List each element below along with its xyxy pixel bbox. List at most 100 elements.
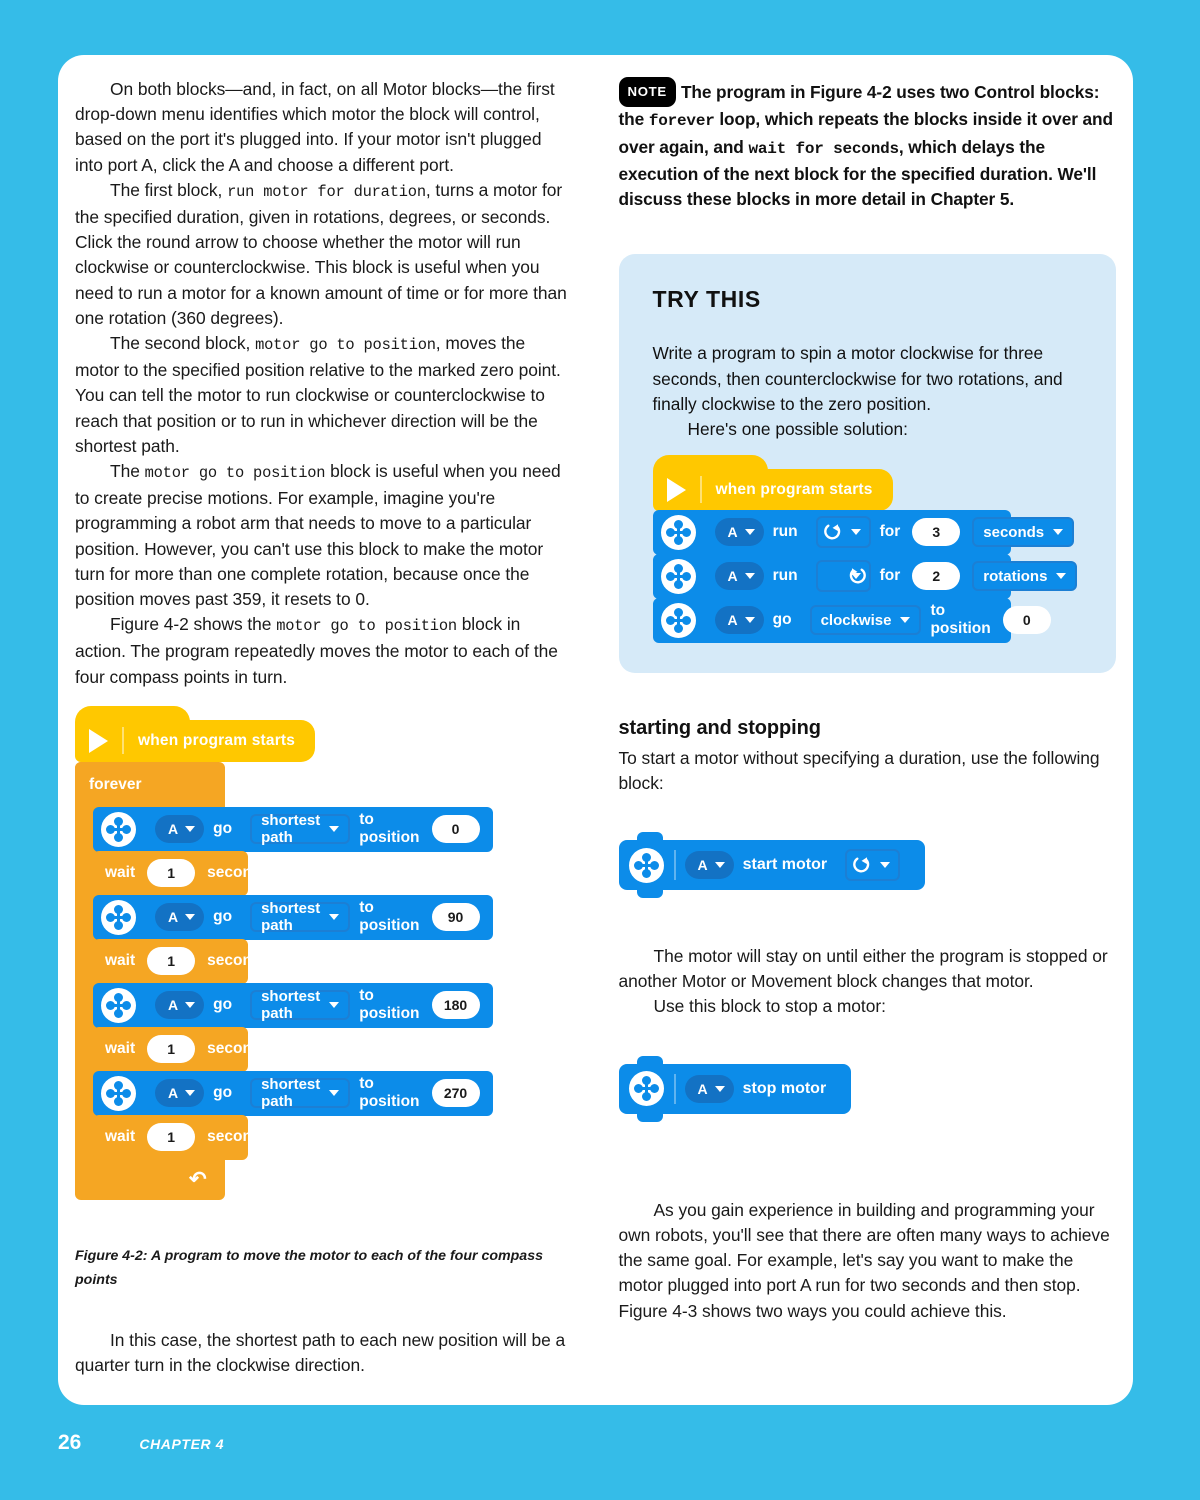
divider xyxy=(122,727,124,755)
port-dropdown[interactable]: A xyxy=(684,1074,734,1103)
text-span: Figure 4-2 shows the xyxy=(110,614,277,635)
port-value: A xyxy=(697,857,708,874)
position-input[interactable]: 0 xyxy=(431,815,480,844)
wait-seconds-block[interactable]: wait 1 seconds xyxy=(93,1114,270,1160)
start-motor-block[interactable]: A start motor xyxy=(618,832,926,899)
seconds-unit-label: seconds xyxy=(207,1040,271,1058)
verb-label: run xyxy=(772,567,798,585)
to-position-label: to position xyxy=(359,987,420,1023)
chevron-down-icon xyxy=(329,1002,340,1009)
direction-dropdown[interactable]: clockwise xyxy=(809,605,922,636)
duration-input[interactable]: 2 xyxy=(912,562,961,591)
motor-go-to-position-block[interactable]: Ago shortest path to position 0 xyxy=(93,806,493,860)
verb-label: go xyxy=(213,908,233,926)
to-position-label: to position xyxy=(359,811,420,847)
note-callout: NOTE The program in Figure 4-2 uses two C… xyxy=(618,77,1117,212)
hat-label: when program starts xyxy=(138,731,296,749)
dropdown-value: shortest path xyxy=(261,988,321,1023)
wait-seconds-block[interactable]: wait 1 seconds xyxy=(93,850,270,904)
verb-label: go xyxy=(213,820,233,838)
seconds-input[interactable]: 1 xyxy=(147,947,196,976)
seconds-input[interactable]: 1 xyxy=(147,1035,196,1064)
play-icon xyxy=(666,477,686,502)
paragraph-stay-on: The motor will stay on until either the … xyxy=(618,946,1108,992)
closing-paragraph: In this case, the shortest path to each … xyxy=(75,1329,566,1376)
figure-4-2-program: when program starts forever Ago shortest … xyxy=(75,705,573,1200)
paragraph-p2: The first block, run motor for duration,… xyxy=(75,178,573,331)
forever-loop-block[interactable]: forever Ago shortest path to position 0 wait… xyxy=(75,761,493,1200)
figure-caption: Figure 4-2: A program to move the motor … xyxy=(75,1247,543,1288)
divider xyxy=(673,1073,676,1104)
motor-go-to-position-block[interactable]: Ago shortest path to position 90 xyxy=(93,894,493,948)
position-input[interactable]: 180 xyxy=(431,991,480,1020)
try-this-paragraph: Write a program to spin a motor clockwis… xyxy=(652,343,1063,415)
dropdown-value: shortest path xyxy=(261,812,321,847)
paragraph-p3: The second block, motor go to position, … xyxy=(75,331,573,459)
wait-label: wait xyxy=(105,1040,136,1058)
code-span: run motor for duration xyxy=(227,182,426,201)
wait-label: wait xyxy=(105,864,136,882)
seconds-input[interactable]: 1 xyxy=(147,859,196,888)
motor-icon xyxy=(660,514,696,550)
port-dropdown[interactable]: A xyxy=(155,815,205,844)
stop-motor-block[interactable]: A stop motor xyxy=(618,1055,852,1122)
port-value: A xyxy=(727,612,738,629)
direction-dropdown-clockwise[interactable] xyxy=(845,849,901,882)
motor-go-to-position-block[interactable]: Ago shortest path to position 180 xyxy=(93,982,493,1036)
port-dropdown[interactable]: A xyxy=(714,518,764,547)
motor-go-to-position-block[interactable]: Ago shortest path to position 270 xyxy=(93,1070,493,1124)
chevron-down-icon xyxy=(1056,573,1067,580)
wait-seconds-block[interactable]: wait 1 seconds xyxy=(93,1026,270,1080)
chevron-down-icon xyxy=(329,914,340,921)
to-position-label: to position xyxy=(359,899,420,935)
motor-icon xyxy=(101,899,136,935)
seconds-unit-label: seconds xyxy=(207,864,271,882)
duration-input[interactable]: 3 xyxy=(912,518,961,547)
port-dropdown[interactable]: A xyxy=(155,903,205,932)
port-dropdown[interactable]: A xyxy=(714,606,764,635)
when-program-starts-block[interactable]: when program starts xyxy=(652,454,893,511)
unit-dropdown[interactable]: seconds xyxy=(972,517,1075,548)
path-mode-dropdown[interactable]: shortest path xyxy=(250,1076,351,1110)
position-input[interactable]: 0 xyxy=(1002,606,1051,635)
unit-dropdown[interactable]: rotations xyxy=(972,561,1078,592)
wait-seconds-block[interactable]: wait 1 seconds xyxy=(93,938,270,992)
port-dropdown[interactable]: A xyxy=(714,562,764,591)
port-value: A xyxy=(168,909,179,926)
path-mode-dropdown[interactable]: shortest path xyxy=(250,900,351,934)
direction-dropdown-clockwise[interactable] xyxy=(815,516,871,549)
motor-go-to-position-block[interactable]: Ago clockwise to position 0 xyxy=(652,597,1051,643)
verb-label: go xyxy=(213,996,233,1014)
chevron-down-icon xyxy=(744,617,755,624)
port-value: A xyxy=(168,997,179,1014)
seconds-input[interactable]: 1 xyxy=(147,1123,196,1152)
when-program-starts-block[interactable]: when program starts xyxy=(75,705,316,762)
run-motor-for-duration-block[interactable]: Arun for 3 seconds xyxy=(652,509,1075,563)
path-mode-dropdown[interactable]: shortest path xyxy=(250,812,351,847)
position-input[interactable]: 270 xyxy=(431,1079,480,1108)
text-span: On both blocks—and, in fact, on all Moto… xyxy=(75,79,555,175)
chevron-down-icon xyxy=(185,1090,196,1097)
direction-dropdown-counterclockwise[interactable] xyxy=(815,560,871,593)
stop-motor-label: stop motor xyxy=(742,1079,827,1097)
right-column: NOTE The program in Figure 4-2 uses two C… xyxy=(618,77,1117,1378)
port-dropdown[interactable]: A xyxy=(684,851,734,880)
note-text: The program in Figure 4-2 uses two Contr… xyxy=(619,82,1114,209)
page-footer: 26 CHAPTER 4 xyxy=(58,1431,224,1455)
run-motor-for-duration-block[interactable]: Arun for 2 rotations xyxy=(652,553,1078,607)
text-span: The first block, xyxy=(110,179,228,200)
port-dropdown[interactable]: A xyxy=(155,991,205,1020)
position-input[interactable]: 90 xyxy=(431,903,480,932)
chevron-down-icon xyxy=(185,1002,196,1009)
paragraph-p4: The motor go to position block is useful… xyxy=(75,459,573,612)
port-dropdown[interactable]: A xyxy=(155,1079,205,1108)
port-value: A xyxy=(168,821,179,838)
port-value: A xyxy=(727,524,738,541)
code-span: wait for seconds xyxy=(748,139,899,158)
verb-label: go xyxy=(772,611,792,629)
port-value: A xyxy=(727,568,738,585)
chevron-down-icon xyxy=(744,529,755,536)
for-label: for xyxy=(879,523,901,541)
verb-label: run xyxy=(772,523,798,541)
path-mode-dropdown[interactable]: shortest path xyxy=(250,988,351,1023)
